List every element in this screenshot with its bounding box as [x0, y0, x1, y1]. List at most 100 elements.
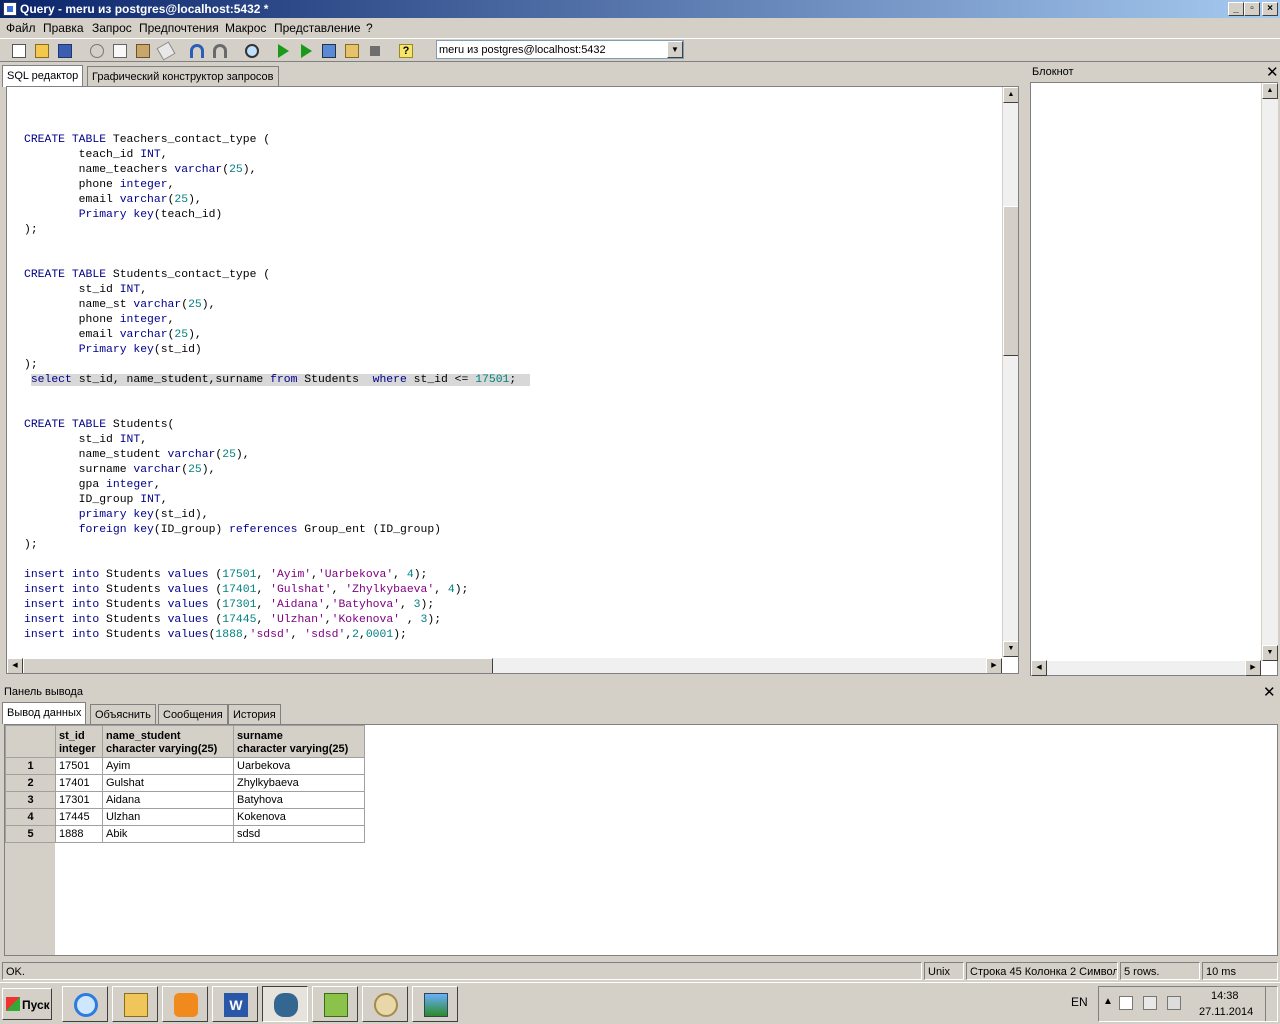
- cell-surname[interactable]: Batyhova: [233, 791, 365, 809]
- editor-hscroll-thumb[interactable]: [23, 658, 493, 673]
- cell-surname[interactable]: sdsd: [233, 825, 365, 843]
- start-button[interactable]: Пуск: [2, 988, 52, 1020]
- maximize-button[interactable]: ▫: [1244, 2, 1260, 16]
- table-row[interactable]: 5 1888 Abik sdsd: [5, 825, 365, 843]
- explain-button[interactable]: [297, 42, 315, 60]
- row-number[interactable]: 3: [5, 791, 56, 809]
- tray-expand-icon[interactable]: ▲: [1103, 996, 1113, 1007]
- execute-button[interactable]: [274, 42, 292, 60]
- scroll-left-icon[interactable]: ◀: [7, 658, 23, 673]
- paste-button[interactable]: [134, 42, 152, 60]
- clock-date[interactable]: 27.11.2014: [1199, 1006, 1253, 1018]
- editor-horizontal-scrollbar[interactable]: ◀ ▶: [7, 658, 1002, 673]
- taskbar-file-explorer[interactable]: [112, 986, 158, 1022]
- cell-st-id[interactable]: 17401: [55, 774, 103, 792]
- notepad-close-icon[interactable]: ✕: [1266, 63, 1279, 81]
- taskbar-pgadmin[interactable]: [262, 986, 308, 1022]
- code-line: teach_id INT,: [24, 148, 530, 163]
- taskbar-notepadpp[interactable]: [312, 986, 358, 1022]
- new-file-button[interactable]: [10, 42, 28, 60]
- show-desktop-button[interactable]: [1265, 987, 1277, 1021]
- clear-button[interactable]: [156, 41, 176, 61]
- cell-st-id[interactable]: 17445: [55, 808, 103, 826]
- cell-surname[interactable]: Uarbekova: [233, 757, 365, 775]
- notepad-scroll-down-icon[interactable]: ▼: [1262, 645, 1278, 661]
- save-file-button[interactable]: [56, 42, 74, 60]
- network-icon[interactable]: [1143, 996, 1157, 1010]
- find-button[interactable]: [243, 42, 261, 60]
- editor-vscroll-thumb[interactable]: [1003, 206, 1018, 356]
- column-header-name-student[interactable]: name_student character varying(25): [102, 725, 234, 758]
- notepad-textarea[interactable]: ▲ ▼ ◀ ▶: [1030, 82, 1278, 676]
- scroll-down-icon[interactable]: ▼: [1003, 641, 1018, 657]
- menu-macros[interactable]: Макрос: [225, 21, 266, 35]
- tab-messages[interactable]: Сообщения: [158, 704, 228, 724]
- taskbar-internet-explorer[interactable]: [62, 986, 108, 1022]
- notepad-scroll-up-icon[interactable]: ▲: [1262, 83, 1278, 99]
- menu-query[interactable]: Запрос: [92, 21, 132, 35]
- menu-file[interactable]: Файл: [6, 21, 36, 35]
- tab-sql-editor[interactable]: SQL редактор: [2, 65, 84, 87]
- cell-st-id[interactable]: 17301: [55, 791, 103, 809]
- action-center-icon[interactable]: [1119, 996, 1133, 1010]
- cell-st-id[interactable]: 1888: [55, 825, 103, 843]
- copy-button[interactable]: [111, 42, 129, 60]
- tab-graphical-query-builder[interactable]: Графический конструктор запросов: [87, 66, 279, 86]
- notepad-vertical-scrollbar[interactable]: ▲ ▼: [1261, 83, 1278, 661]
- corner-cell[interactable]: [5, 725, 56, 758]
- cell-st-id[interactable]: 17501: [55, 757, 103, 775]
- cell-name-student[interactable]: Ayim: [102, 757, 234, 775]
- output-close-icon[interactable]: ✕: [1263, 683, 1276, 701]
- menu-view[interactable]: Представление: [274, 21, 361, 35]
- notepad-scroll-right-icon[interactable]: ▶: [1245, 660, 1261, 676]
- minimize-button[interactable]: _: [1228, 2, 1244, 16]
- cancel-query-button[interactable]: [366, 42, 384, 60]
- tab-explain[interactable]: Объяснить: [90, 704, 156, 724]
- taskbar-word[interactable]: W: [212, 986, 258, 1022]
- data-output-grid[interactable]: st_id integer name_student character varyi…: [4, 724, 1278, 956]
- column-header-surname[interactable]: surname character varying(25): [233, 725, 365, 758]
- undo-button[interactable]: [188, 42, 206, 60]
- cell-surname[interactable]: Kokenova: [233, 808, 365, 826]
- close-button[interactable]: ×: [1262, 2, 1278, 16]
- language-indicator[interactable]: EN: [1071, 995, 1088, 1009]
- taskbar-photo-viewer[interactable]: [412, 986, 458, 1022]
- cell-name-student[interactable]: Abik: [102, 825, 234, 843]
- notepad-scroll-left-icon[interactable]: ◀: [1031, 660, 1047, 676]
- open-file-button[interactable]: [33, 42, 51, 60]
- taskbar-media-player[interactable]: [162, 986, 208, 1022]
- cell-name-student[interactable]: Ulzhan: [102, 808, 234, 826]
- cell-surname[interactable]: Zhylkybaeva: [233, 774, 365, 792]
- menu-help[interactable]: ?: [366, 21, 373, 35]
- cell-name-student[interactable]: Aidana: [102, 791, 234, 809]
- menu-edit[interactable]: Правка: [43, 21, 84, 35]
- tab-data-output[interactable]: Вывод данных: [2, 702, 87, 724]
- tab-history[interactable]: История: [228, 704, 281, 724]
- chevron-down-icon[interactable]: ▼: [667, 41, 683, 58]
- row-number[interactable]: 1: [5, 757, 56, 775]
- menu-preferences[interactable]: Предпочтения: [139, 21, 219, 35]
- sql-editor[interactable]: CREATE TABLE Teachers_contact_type ( tea…: [6, 86, 1019, 674]
- table-row[interactable]: 2 17401 Gulshat Zhylkybaeva: [5, 774, 365, 792]
- cut-button[interactable]: [88, 42, 106, 60]
- table-row[interactable]: 4 17445 Ulzhan Kokenova: [5, 808, 365, 826]
- execute-to-file-button[interactable]: [320, 42, 338, 60]
- scroll-right-icon[interactable]: ▶: [986, 658, 1002, 673]
- row-number[interactable]: 4: [5, 808, 56, 826]
- redo-button[interactable]: [211, 42, 229, 60]
- clock-time[interactable]: 14:38: [1211, 990, 1239, 1002]
- row-number[interactable]: 5: [5, 825, 56, 843]
- editor-vertical-scrollbar[interactable]: ▲ ▼: [1002, 87, 1018, 657]
- help-button[interactable]: ?: [397, 42, 415, 60]
- volume-icon[interactable]: [1167, 996, 1181, 1010]
- column-header-st-id[interactable]: st_id integer: [55, 725, 103, 758]
- taskbar-paint[interactable]: [362, 986, 408, 1022]
- scroll-up-icon[interactable]: ▲: [1003, 87, 1018, 103]
- row-number[interactable]: 2: [5, 774, 56, 792]
- execute-pgscript-button[interactable]: [343, 42, 361, 60]
- connection-select[interactable]: meru из postgres@localhost:5432 ▼: [436, 40, 684, 59]
- notepad-horizontal-scrollbar[interactable]: ◀ ▶: [1031, 660, 1261, 676]
- table-row[interactable]: 1 17501 Ayim Uarbekova: [5, 757, 365, 775]
- table-row[interactable]: 3 17301 Aidana Batyhova: [5, 791, 365, 809]
- cell-name-student[interactable]: Gulshat: [102, 774, 234, 792]
